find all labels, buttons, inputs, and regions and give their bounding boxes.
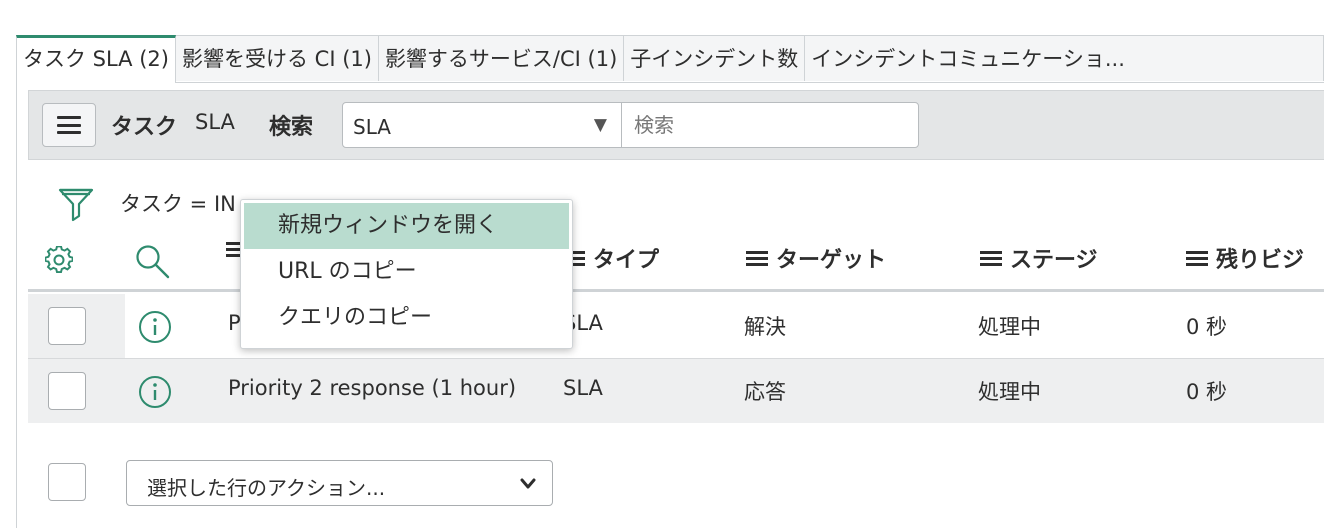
list-title-suffix: SLA [195, 110, 235, 134]
tab-incident-communication[interactable]: インシデントコミュニケーショ... [805, 35, 1324, 81]
list-title: タスク [111, 115, 178, 140]
cell-stage: 処理中 [978, 380, 1041, 404]
related-list-tabs: タスク SLA (2) 影響を受ける CI (1) 影響するサービス/CI (1… [16, 35, 1324, 83]
menu-item-copy-url[interactable]: URL のコピー [244, 249, 569, 295]
search-icon[interactable] [134, 244, 172, 280]
cell-definition[interactable]: Priority 2 response (1 hour) [228, 376, 516, 400]
cell-definition[interactable]: P [228, 311, 241, 335]
cell-remaining: 0 秒 [1186, 380, 1228, 404]
row-select-cell [28, 359, 125, 423]
info-icon[interactable] [138, 375, 172, 409]
search-label: 検索 [269, 115, 314, 140]
column-menu-icon [746, 250, 768, 266]
column-menu-icon [1186, 250, 1208, 266]
header-divider [28, 289, 1324, 292]
column-menu-icon [980, 250, 1002, 266]
cell-stage: 処理中 [978, 315, 1041, 339]
caret-down-icon: ▼ [593, 115, 607, 135]
cell-target: 応答 [744, 380, 786, 404]
row-actions-select[interactable]: 選択した行のアクション... [126, 460, 553, 506]
column-header-type[interactable]: タイプ [563, 242, 659, 274]
column-header-target[interactable]: ターゲット [746, 242, 886, 274]
select-all-checkbox[interactable] [48, 463, 86, 501]
cell-remaining: 0 秒 [1186, 315, 1228, 339]
tab-affected-ci[interactable]: 影響を受ける CI (1) [175, 35, 379, 81]
tab-task-sla[interactable]: タスク SLA (2) [16, 35, 176, 83]
column-header-remaining[interactable]: 残りビジ [1186, 242, 1304, 274]
search-field-value: SLA [353, 115, 391, 139]
cell-type: SLA [563, 376, 603, 400]
table-row: Priority 2 response (1 hour) SLA 応答 処理中 … [28, 359, 1324, 423]
column-header-label: ターゲット [776, 248, 887, 273]
list-toolbar: タスク SLA 検索 SLA ▼ [28, 90, 1324, 160]
hamburger-icon [57, 116, 81, 134]
list-menu-button[interactable] [42, 103, 96, 147]
cell-target: 解決 [744, 315, 786, 339]
row-checkbox[interactable] [48, 307, 86, 345]
menu-item-copy-query[interactable]: クエリのコピー [244, 295, 569, 341]
info-icon[interactable] [138, 310, 172, 344]
column-header-label: 残りビジ [1216, 248, 1305, 273]
tab-impacted-services[interactable]: 影響するサービス/CI (1) [378, 35, 625, 81]
chevron-down-icon [520, 478, 536, 489]
gear-icon[interactable] [45, 246, 73, 274]
column-header-label: ステージ [1010, 248, 1098, 273]
column-header-label: タイプ [593, 248, 660, 273]
panel-border [16, 82, 17, 528]
search-input[interactable] [621, 102, 919, 148]
search-field-select[interactable]: SLA ▼ [342, 102, 622, 148]
row-select-cell [28, 294, 125, 358]
filter-context-menu: 新規ウィンドウを開く URL のコピー クエリのコピー [240, 199, 573, 349]
menu-item-open-new-window[interactable]: 新規ウィンドウを開く [244, 203, 569, 249]
filter-icon[interactable] [58, 186, 94, 224]
row-checkbox[interactable] [48, 372, 86, 410]
row-actions-label: 選択した行のアクション... [147, 476, 386, 500]
tab-child-incidents[interactable]: 子インシデント数 [624, 35, 806, 81]
table-row: P SLA 解決 処理中 0 秒 [28, 294, 1324, 358]
column-header-stage[interactable]: ステージ [980, 242, 1098, 274]
filter-breadcrumb[interactable]: タスク = IN [120, 188, 236, 218]
